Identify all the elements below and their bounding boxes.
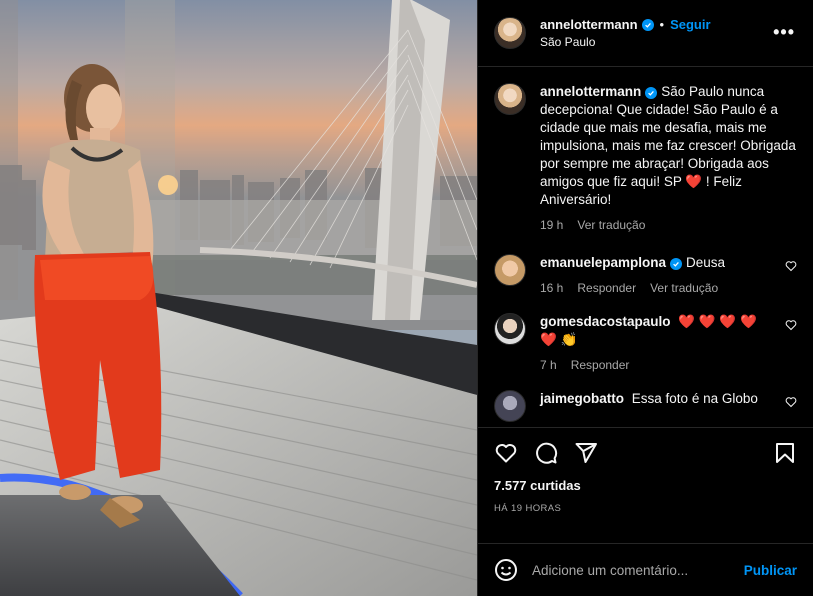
- comments-list[interactable]: annelottermann São Paulo nunca decepciona…: [478, 67, 813, 427]
- verified-badge-icon: [670, 258, 683, 270]
- comment-meta: 16 h Responder Ver tradução: [540, 281, 775, 295]
- post-actions: 7.577 curtidas HÁ 19 HORAS: [478, 427, 813, 543]
- caption-text-block: annelottermann São Paulo nunca decepciona…: [540, 83, 797, 209]
- comment-item: emanuelepamplona Deusa 16 h Responder Ver…: [494, 254, 797, 295]
- caption-avatar[interactable]: [494, 83, 526, 115]
- comment-username[interactable]: emanuelepamplona: [540, 255, 666, 270]
- comment-body: gomesdacostapaulo ❤️ ❤️ ❤️ ❤️ ❤️ 👏 7 h R…: [540, 313, 797, 372]
- separator-dot: •: [659, 17, 665, 32]
- author-username[interactable]: annelottermann: [540, 17, 638, 32]
- comment-age[interactable]: 16 h: [540, 281, 563, 295]
- comment-age[interactable]: 7 h: [540, 358, 557, 372]
- smiley-icon[interactable]: [494, 558, 518, 582]
- caption-body: annelottermann São Paulo nunca decepciona…: [540, 83, 797, 232]
- comment-input[interactable]: [532, 562, 730, 578]
- location-link[interactable]: São Paulo: [540, 35, 711, 49]
- reply-link[interactable]: Responder: [577, 281, 636, 295]
- comment-translate-link[interactable]: Ver tradução: [650, 281, 718, 295]
- more-options-icon[interactable]: •••: [773, 23, 795, 41]
- author-line: annelottermann • Seguir: [540, 17, 711, 32]
- author-avatar[interactable]: [494, 17, 526, 49]
- caption: annelottermann São Paulo nunca decepciona…: [494, 83, 797, 232]
- comment-like-heart-icon[interactable]: [785, 260, 797, 272]
- paper-plane-icon[interactable]: [574, 441, 598, 465]
- comment-username[interactable]: jaimegobatto: [540, 391, 624, 406]
- comment-body: jaimegobatto Essa foto é na Globo: [540, 390, 797, 422]
- post-timestamp[interactable]: HÁ 19 HORAS: [494, 503, 797, 514]
- commenter-avatar[interactable]: [494, 313, 526, 345]
- comment-text-block: jaimegobatto Essa foto é na Globo: [540, 390, 775, 408]
- commenter-avatar[interactable]: [494, 390, 526, 422]
- comment-item: gomesdacostapaulo ❤️ ❤️ ❤️ ❤️ ❤️ 👏 7 h R…: [494, 313, 797, 372]
- instagram-post-modal: annelottermann • Seguir São Paulo ••• an…: [0, 0, 813, 596]
- caption-meta: 19 h Ver tradução: [540, 218, 797, 232]
- author-info: annelottermann • Seguir São Paulo: [540, 17, 711, 49]
- comment-text-block: gomesdacostapaulo ❤️ ❤️ ❤️ ❤️ ❤️ 👏: [540, 313, 775, 349]
- comment-item: jaimegobatto Essa foto é na Globo: [494, 390, 797, 422]
- comment-bubble-icon[interactable]: [534, 441, 558, 465]
- heart-icon[interactable]: [494, 441, 518, 465]
- comment-text: Essa foto é na Globo: [631, 391, 758, 406]
- action-icons-row: [494, 428, 797, 478]
- caption-text: São Paulo nunca decepciona! Que cidade! …: [540, 84, 796, 207]
- follow-button[interactable]: Seguir: [670, 17, 710, 32]
- post-side-panel: annelottermann • Seguir São Paulo ••• an…: [477, 0, 813, 596]
- comment-text: Deusa: [686, 255, 726, 270]
- publish-button[interactable]: Publicar: [744, 563, 797, 578]
- caption-username[interactable]: annelottermann: [540, 84, 641, 99]
- commenter-avatar[interactable]: [494, 254, 526, 286]
- comment-body: emanuelepamplona Deusa 16 h Responder Ver…: [540, 254, 797, 295]
- caption-age[interactable]: 19 h: [540, 218, 563, 232]
- add-comment-bar: Publicar: [478, 543, 813, 596]
- comment-like-heart-icon[interactable]: [785, 396, 797, 408]
- verified-badge-icon: [645, 87, 658, 99]
- likes-count[interactable]: 7.577 curtidas: [494, 478, 797, 493]
- post-photo[interactable]: [0, 0, 477, 596]
- comment-meta: 7 h Responder: [540, 358, 775, 372]
- comment-text-block: emanuelepamplona Deusa: [540, 254, 775, 272]
- post-header: annelottermann • Seguir São Paulo •••: [478, 0, 813, 67]
- caption-translate-link[interactable]: Ver tradução: [577, 218, 645, 232]
- verified-badge-icon: [641, 18, 654, 31]
- bookmark-icon[interactable]: [773, 441, 797, 465]
- comment-username[interactable]: gomesdacostapaulo: [540, 314, 671, 329]
- photo-illustration: [0, 0, 477, 596]
- reply-link[interactable]: Responder: [571, 358, 630, 372]
- comment-like-heart-icon[interactable]: [785, 319, 797, 331]
